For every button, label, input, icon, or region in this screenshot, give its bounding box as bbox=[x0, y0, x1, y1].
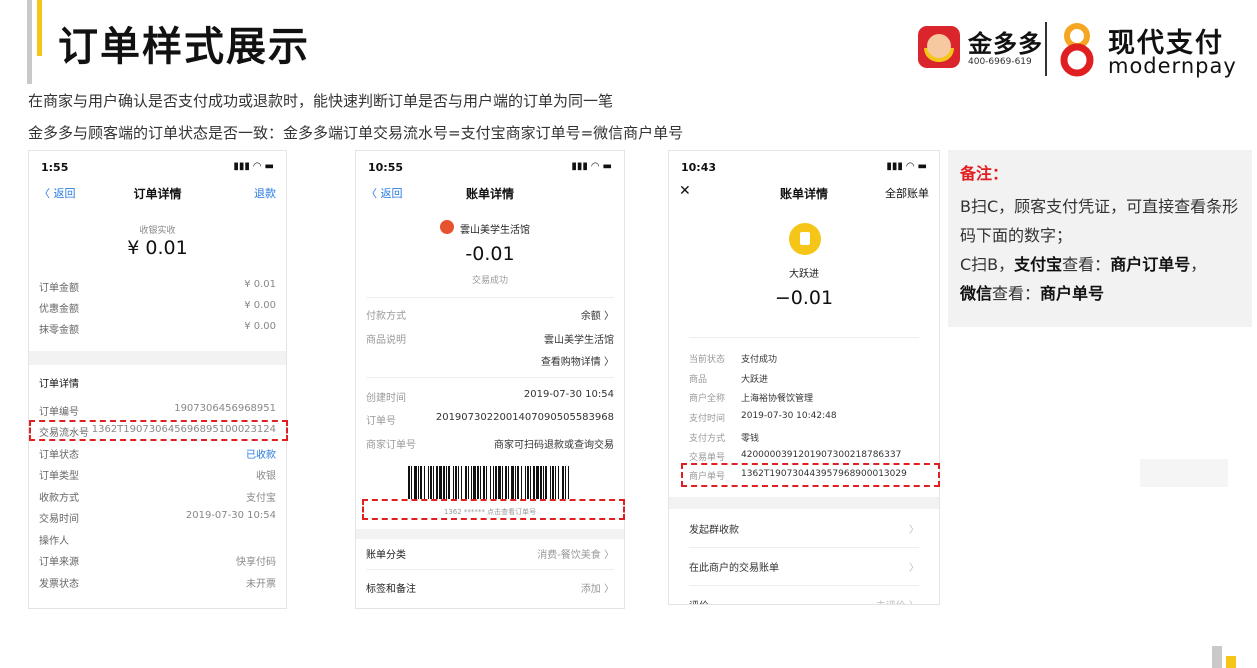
section-divider bbox=[356, 529, 624, 539]
bill-amount: -0.01 bbox=[465, 243, 515, 265]
divider bbox=[689, 337, 919, 338]
section-divider bbox=[669, 497, 939, 509]
merchant-name: 大跃进 bbox=[789, 269, 819, 280]
detail-row: 订单编号 1907306456968951 bbox=[39, 403, 276, 418]
merchant-bills-link[interactable]: 在此商户的交易账单〉 bbox=[689, 559, 919, 579]
modernpay-logo-sub: modernpay bbox=[1108, 54, 1237, 78]
jinduoduo-logo-icon bbox=[918, 26, 960, 68]
screenshot-alipay-bill: 10:55 ▮▮▮ ◠ ▬ 账单详情 〈 返回 雲山美学生活馆 -0.01 交易… bbox=[355, 150, 625, 609]
back-button[interactable]: 〈 返回 bbox=[366, 185, 403, 201]
detail-row: 订单类型 收银 bbox=[39, 471, 276, 482]
divider bbox=[689, 547, 919, 548]
status-time: 10:55 bbox=[368, 161, 404, 174]
title-accent-grey bbox=[27, 0, 32, 84]
amount-row: 订单金额 ¥ 0.01 bbox=[39, 279, 276, 294]
corner-accent-grey bbox=[1212, 646, 1222, 668]
status-time: 10:43 bbox=[681, 161, 717, 174]
jinduoduo-logo-name: 金多多 bbox=[968, 30, 1043, 58]
paid-label: 收银实收 bbox=[139, 226, 176, 236]
rating-link[interactable]: 评价未评价 〉 bbox=[689, 597, 919, 604]
note-panel: 备注： B扫C，顾客支付凭证，可直接查看条形码下面的数字； C扫B，支付宝查看：… bbox=[948, 150, 1252, 327]
all-bills-button[interactable]: 全部账单 bbox=[885, 185, 929, 201]
bill-amount: −0.01 bbox=[774, 287, 834, 309]
note-line-3: 微信查看：商户单号 bbox=[960, 284, 1105, 303]
status-bar: 10:55 ▮▮▮ ◠ ▬ bbox=[356, 151, 624, 181]
nav-bar: 订单详情 〈 返回 退款 bbox=[29, 183, 286, 205]
section-title: 订单详情 bbox=[39, 379, 79, 390]
bill-row: 订单号 20190730220014070905055839​68 bbox=[366, 412, 614, 427]
description-line-2: 金多多与顾客端的订单状态是否一致：金多多端订单交易流水号=支付宝商家订单号=微信… bbox=[28, 124, 684, 142]
detail-row: 操作人 bbox=[39, 536, 69, 547]
title-accent-yellow bbox=[37, 0, 42, 56]
modernpay-logo-icon bbox=[1060, 23, 1094, 77]
detail-row: 收款方式 支付宝 bbox=[39, 493, 276, 504]
note-title: 备注： bbox=[960, 164, 1009, 183]
bill-row: 付款方式 余额 〉 bbox=[366, 311, 614, 322]
amount-row: 优惠金额 ¥ 0.00 bbox=[39, 300, 276, 315]
merchant-icon bbox=[440, 220, 454, 234]
status-bar: 1:55 ▮▮▮ ◠ ▬ bbox=[29, 151, 286, 181]
bill-category-row[interactable]: 账单分类 消费-餐饮美食 〉 bbox=[366, 546, 614, 562]
shopping-detail-link[interactable]: 查看购物详情 〉 bbox=[366, 353, 614, 369]
nav-bar: 账单详情 〈 返回 bbox=[356, 183, 624, 205]
merchant-name: 雲山美学生活馆 bbox=[460, 225, 530, 236]
divider bbox=[366, 297, 614, 298]
bill-status: 交易成功 bbox=[471, 276, 508, 286]
signal-wifi-battery-icon: ▮▮▮ ◠ ▬ bbox=[233, 161, 274, 172]
corner-accent-yellow bbox=[1226, 656, 1236, 668]
bill-row: 商品说明 雲山美学生活馆 bbox=[366, 335, 614, 346]
back-button[interactable]: 〈 返回 bbox=[39, 185, 76, 201]
tags-notes-row[interactable]: 标签和备注 添加 〉 bbox=[366, 580, 614, 596]
divider bbox=[689, 585, 919, 586]
note-line-1: B扫C，顾客支付凭证，可直接查看条形码下面的数字； bbox=[960, 197, 1239, 245]
highlight-transaction-id bbox=[29, 420, 288, 441]
nav-bar: 账单详情 ✕ 全部账单 bbox=[669, 183, 939, 205]
paid-amount: ¥ 0.01 bbox=[127, 237, 188, 259]
screenshot-jinduoduo-order: 1:55 ▮▮▮ ◠ ▬ 订单详情 〈 返回 退款 收银实收 ¥ 0.01 订单… bbox=[28, 150, 287, 609]
section-divider bbox=[29, 351, 286, 365]
highlight-barcode-number bbox=[362, 499, 625, 520]
bill-row: 创建时间 2019-07-30 10:54 bbox=[366, 389, 614, 404]
merchant-avatar-icon bbox=[789, 223, 821, 255]
detail-row: 订单状态 已收款 bbox=[39, 450, 276, 461]
detail-row: 订单来源 快享付码 bbox=[39, 557, 276, 568]
detail-row: 发票状态 未开票 bbox=[39, 579, 276, 590]
logo-divider bbox=[1045, 22, 1047, 76]
divider bbox=[366, 377, 614, 378]
screenshot-wechat-bill: 10:43 ▮▮▮ ◠ ▬ 账单详情 ✕ 全部账单 大跃进 −0.01 当前状态… bbox=[668, 150, 940, 605]
group-collection-link[interactable]: 发起群收款〉 bbox=[689, 521, 919, 541]
page-title: 订单样式展示 bbox=[58, 24, 310, 70]
refund-button[interactable]: 退款 bbox=[254, 185, 276, 201]
blank-placeholder-box bbox=[1140, 459, 1228, 487]
signal-wifi-battery-icon: ▮▮▮ ◠ ▬ bbox=[886, 161, 927, 172]
detail-row: 交易时间 2019-07-30 10:54 bbox=[39, 510, 276, 525]
status-bar: 10:43 ▮▮▮ ◠ ▬ bbox=[669, 151, 939, 181]
barcode[interactable] bbox=[408, 466, 574, 499]
signal-wifi-battery-icon: ▮▮▮ ◠ ▬ bbox=[571, 161, 612, 172]
jinduoduo-phone: 400-6969-619 bbox=[968, 57, 1032, 67]
note-line-2: C扫B，支付宝查看：商户订单号， bbox=[960, 255, 1207, 274]
divider bbox=[366, 569, 614, 570]
amount-row: 抹零金额 ¥ 0.00 bbox=[39, 321, 276, 336]
highlight-merchant-order-no bbox=[681, 463, 940, 487]
close-icon[interactable]: ✕ bbox=[679, 183, 691, 199]
slide: 订单样式展示 金多多 400-6969-619 现代支付 modernpay 在… bbox=[0, 0, 1257, 668]
status-time: 1:55 bbox=[41, 161, 69, 174]
bill-row: 商家订单号 商家可扫码退款或查询交易 bbox=[366, 440, 614, 451]
description-line-1: 在商家与用户确认是否支付成功或退款时，能快速判断订单是否与用户端的订单为同一笔 bbox=[28, 92, 614, 110]
